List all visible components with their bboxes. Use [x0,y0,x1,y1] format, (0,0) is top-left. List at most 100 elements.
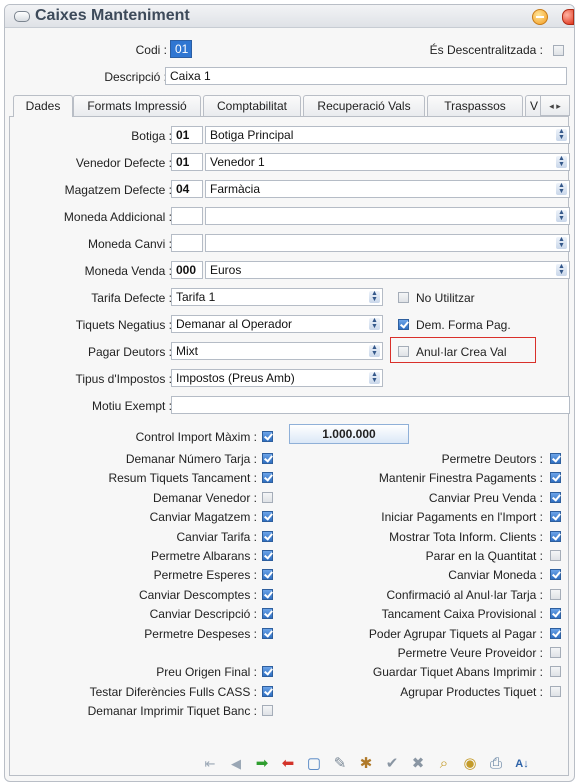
previous-record-icon[interactable]: ◀ [227,755,245,773]
tarifa-select-value: Tarifa 1 [176,290,216,304]
dem-forma-pag-checkbox[interactable] [398,319,409,330]
tiquets-negatius-label: Tiquets Negatius : [75,318,172,332]
demanar-venedor-label: Demanar Venedor : [152,490,257,505]
tab-bar: Dades Formats Impressió Comptabilitat Re… [9,95,574,117]
moneda-addicional-code-field[interactable] [171,207,203,225]
main-window: Caixes Manteniment Codi : 01 És Descentr… [4,4,575,782]
botiga-code-field[interactable]: 01 [171,126,203,144]
poder-agrupar-tiquets-al-pagar-checkbox[interactable] [550,627,561,639]
demanar-imprimir-tiquet-banc-checkbox[interactable] [262,705,273,717]
confirmacio-al-anul-lar-tarja-checkbox[interactable] [550,588,561,600]
permetre-despeses-label: Permetre Despeses : [144,626,257,641]
magatzem-select[interactable]: Farmàcia ▲ ▼ [205,180,570,198]
control-import-amount[interactable]: 1.000.000 [289,424,409,444]
moneda-addicional-label: Moneda Addicional : [63,210,172,224]
descentralitzada-checkbox[interactable] [553,45,564,56]
motiu-exempt-field[interactable] [171,396,570,414]
window-icon [14,11,30,22]
permetre-albarans-checkbox[interactable] [262,550,273,561]
chevron-updown-icon: ▲ ▼ [369,290,380,303]
minimize-button[interactable] [532,9,548,25]
canviar-preu-venda-checkbox[interactable] [550,491,561,503]
no-utilitzar-checkbox[interactable] [398,292,409,303]
mantenir-finestra-pagaments-label: Mantenir Finestra Pagaments : [378,471,543,486]
control-import-checkbox[interactable] [262,431,273,442]
canviar-moneda-checkbox[interactable] [550,569,561,581]
tab-traspassos[interactable]: Traspassos [427,95,523,116]
new-document-icon[interactable]: ▢ [305,755,323,773]
codi-field[interactable]: 01 [170,40,192,58]
moneda-canvi-select[interactable]: ▲ ▼ [205,234,570,252]
preu-origen-final-checkbox[interactable] [262,666,273,678]
codi-label: Codi : [135,43,167,57]
descripcio-field[interactable]: Caixa 1 [165,67,567,85]
tab-recuperacio-vals[interactable]: Recuperació Vals [303,95,425,116]
next-record-icon[interactable]: ➡ [253,755,271,773]
tipus-impostos-select[interactable]: Impostos (Preus Amb) ▲ ▼ [171,369,383,387]
moneda-canvi-code-field[interactable] [171,234,203,252]
confirm-icon[interactable]: ✔ [383,755,401,773]
moneda-addicional-select[interactable]: ▲ ▼ [205,207,570,225]
search-icon[interactable]: ⌕ [435,755,453,773]
sort-icon[interactable]: A↓ [513,755,531,773]
guardar-tiquet-abans-imprimir-checkbox[interactable] [550,666,561,678]
edit-icon[interactable]: ✎ [331,755,349,773]
magatzem-code-field[interactable]: 04 [171,180,203,198]
window-title: Caixes Manteniment [35,7,190,24]
permetre-despeses-checkbox[interactable] [262,627,273,639]
canviar-moneda-label: Canviar Moneda : [448,568,543,583]
chevron-updown-icon: ▲ ▼ [556,236,567,249]
venedor-code-field[interactable]: 01 [171,153,203,171]
agrupar-productes-tiquet-checkbox[interactable] [550,685,561,697]
tab-formats-impressio[interactable]: Formats Impressió [73,95,201,116]
canviar-tarifa-checkbox[interactable] [262,530,273,542]
mostrar-tota-inform-clients-checkbox[interactable] [550,530,561,542]
iniciar-pagaments-en-l-import-checkbox[interactable] [550,511,561,523]
last-record-icon[interactable]: ➡ [279,755,297,773]
view-icon[interactable]: ◉ [461,755,479,773]
first-record-icon[interactable]: ⇤ [201,755,219,773]
anular-crea-val-checkbox[interactable] [398,346,409,357]
tarifa-select[interactable]: Tarifa 1 ▲ ▼ [171,288,383,306]
agrupar-productes-tiquet-label: Agrupar Productes Tiquet : [400,684,543,699]
demanar-venedor-checkbox[interactable] [262,491,273,503]
testar-diferencies-fulls-cass-checkbox[interactable] [262,685,273,697]
botiga-select[interactable]: Botiga Principal ▲ ▼ [205,126,570,144]
print-icon[interactable]: ⎙ [487,755,505,773]
preu-origen-final-label: Preu Origen Final : [156,665,257,680]
venedor-select[interactable]: Venedor 1 ▲ ▼ [205,153,570,171]
mostrar-tota-inform-clients-label: Mostrar Tota Inform. Clients : [389,529,543,544]
cancel-edit-icon[interactable]: ✱ [357,755,375,773]
permetre-deutors-checkbox[interactable] [550,453,561,464]
moneda-venda-code-field[interactable]: 000 [171,261,203,279]
permetre-veure-proveidor-checkbox[interactable] [550,647,561,658]
permetre-esperes-label: Permetre Esperes : [153,568,257,583]
magatzem-label: Magatzem Defecte : [64,183,172,197]
parar-en-la-quantitat-checkbox[interactable] [550,550,561,561]
tarifa-label: Tarifa Defecte : [91,291,172,305]
canviar-descripcio-checkbox[interactable] [262,608,273,620]
resum-tiquets-tancament-checkbox[interactable] [262,472,273,484]
tab-dades[interactable]: Dades [13,95,73,117]
canviar-magatzem-label: Canviar Magatzem : [149,510,257,525]
tab-comptabilitat[interactable]: Comptabilitat [203,95,301,116]
delete-icon[interactable]: ✖ [409,755,427,773]
chevron-updown-icon: ▲ ▼ [369,317,380,330]
demanar-numero-tarja-checkbox[interactable] [262,453,273,464]
canviar-tarifa-label: Canviar Tarifa : [176,529,257,544]
canviar-magatzem-checkbox[interactable] [262,511,273,523]
pagar-deutors-select[interactable]: Mixt ▲ ▼ [171,342,383,360]
magatzem-select-value: Farmàcia [210,182,261,196]
tab-scroll-arrows[interactable]: ◂ ▸ [540,95,570,116]
permetre-esperes-checkbox[interactable] [262,569,273,581]
tancament-caixa-provisional-checkbox[interactable] [550,608,561,620]
mantenir-finestra-pagaments-checkbox[interactable] [550,472,561,484]
close-button[interactable] [562,9,574,25]
moneda-venda-select[interactable]: Euros ▲ ▼ [205,261,570,279]
guardar-tiquet-abans-imprimir-label: Guardar Tiquet Abans Imprimir : [372,665,543,680]
tiquets-negatius-select[interactable]: Demanar al Operador ▲ ▼ [171,315,383,333]
canviar-descomptes-checkbox[interactable] [262,588,273,600]
botiga-label: Botiga : [131,129,172,143]
descripcio-label: Descripció : [104,70,167,84]
venedor-label: Venedor Defecte : [75,156,172,170]
